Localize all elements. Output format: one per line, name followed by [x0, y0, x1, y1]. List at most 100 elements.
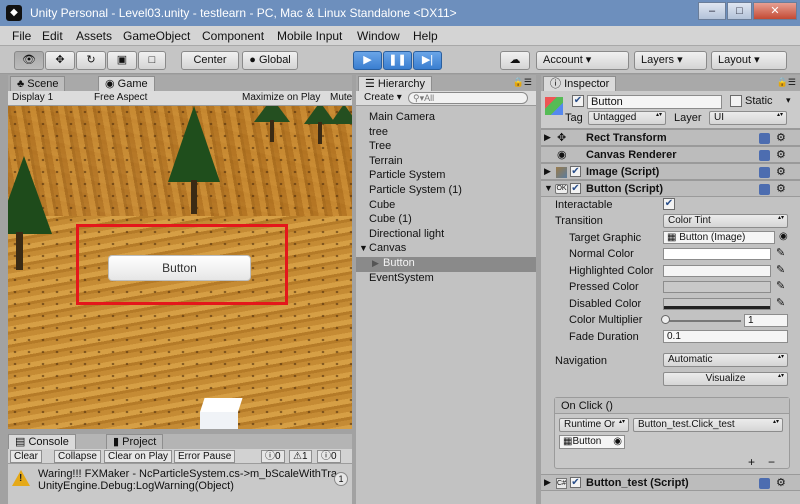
static-checkbox[interactable]: [730, 95, 742, 107]
pressed-color-swatch[interactable]: [663, 281, 771, 293]
remove-event-button[interactable]: −: [768, 455, 775, 469]
highlighted-color-swatch[interactable]: [663, 265, 771, 277]
tab-scene[interactable]: ♣ Scene: [10, 76, 66, 92]
interactable-checkbox[interactable]: ✔: [663, 198, 675, 210]
error-pause-button[interactable]: Error Pause: [174, 450, 236, 463]
hierarchy-item[interactable]: tree: [369, 126, 388, 138]
expand-arrow-icon[interactable]: ▶: [544, 477, 551, 488]
navigation-dropdown[interactable]: Automatic: [663, 353, 788, 367]
tag-dropdown[interactable]: Untagged: [588, 111, 666, 125]
maximize-button[interactable]: □: [727, 2, 752, 20]
help-book-icon[interactable]: [759, 150, 770, 161]
tab-inspector[interactable]: ⓘ Inspector: [543, 76, 617, 92]
add-event-button[interactable]: +: [748, 455, 755, 469]
eyedropper-icon[interactable]: ✎: [776, 246, 785, 259]
layers-dropdown[interactable]: Layers ▾: [634, 51, 707, 70]
menu-component[interactable]: Component: [202, 29, 264, 43]
hierarchy-item[interactable]: Directional light: [369, 228, 444, 240]
account-dropdown[interactable]: Account ▾: [536, 51, 629, 70]
menu-assets[interactable]: Assets: [76, 29, 112, 43]
active-checkbox[interactable]: ✔: [572, 95, 584, 107]
hierarchy-item[interactable]: Cube: [369, 199, 395, 211]
canvas-expand-icon[interactable]: ▼: [359, 243, 368, 253]
object-picker-icon[interactable]: ◉: [613, 436, 622, 447]
hierarchy-item[interactable]: Particle System: [369, 169, 445, 181]
clear-button[interactable]: Clear: [10, 450, 42, 463]
eyedropper-icon[interactable]: ✎: [776, 296, 785, 309]
hierarchy-item[interactable]: Cube (1): [369, 213, 412, 225]
transition-dropdown[interactable]: Color Tint: [663, 214, 788, 228]
expand-arrow-icon[interactable]: ▶: [544, 166, 551, 177]
on-click-target-field[interactable]: ▦Button ◉: [559, 435, 625, 449]
gear-icon[interactable]: ⚙: [776, 165, 786, 178]
menu-file[interactable]: File: [12, 29, 31, 43]
display-dropdown[interactable]: Display 1: [12, 92, 53, 103]
pivot-center-button[interactable]: Center: [181, 51, 239, 70]
menu-help[interactable]: Help: [413, 29, 438, 43]
layout-dropdown[interactable]: Layout ▾: [711, 51, 787, 70]
runtime-dropdown[interactable]: Runtime Or: [559, 418, 629, 432]
button-test-component[interactable]: ▶ C# ✔ Button_test (Script) ⚙: [541, 474, 800, 491]
rect-transform-component[interactable]: ▶ ✥ Rect Transform ⚙: [541, 129, 800, 146]
button-enabled-checkbox[interactable]: ✔: [570, 183, 581, 194]
gear-icon[interactable]: ⚙: [776, 131, 786, 144]
menu-gameobject[interactable]: GameObject: [123, 29, 190, 43]
inspector-menu-icon[interactable]: 🔒☰: [777, 77, 796, 88]
static-dropdown-icon[interactable]: ▾: [786, 95, 791, 106]
hierarchy-item[interactable]: Terrain: [369, 155, 403, 167]
help-book-icon[interactable]: [759, 167, 770, 178]
gear-icon[interactable]: ⚙: [776, 148, 786, 161]
cloud-button[interactable]: ☁: [500, 51, 530, 70]
pause-button[interactable]: ❚❚: [383, 51, 412, 70]
hierarchy-menu-icon[interactable]: 🔒☰: [513, 77, 532, 88]
error-count-toggle[interactable]: ⓘ0: [261, 450, 285, 463]
tab-hierarchy[interactable]: ☰ Hierarchy: [358, 76, 432, 92]
pivot-global-button[interactable]: ● Global: [242, 51, 298, 70]
normal-color-swatch[interactable]: [663, 248, 771, 260]
object-picker-icon[interactable]: ◉: [779, 231, 788, 242]
rect-tool-button[interactable]: □: [138, 51, 166, 70]
play-button[interactable]: ▶: [353, 51, 382, 70]
maximize-on-play-toggle[interactable]: Maximize on Play: [242, 92, 320, 103]
tab-console[interactable]: ▤ Console: [8, 434, 76, 450]
collapse-arrow-icon[interactable]: ▼: [544, 183, 553, 193]
minimize-button[interactable]: –: [698, 2, 726, 20]
hierarchy-item-canvas[interactable]: Canvas: [369, 242, 406, 254]
log-line-1[interactable]: Waring!!! FXMaker - NcParticleSystem.cs-…: [38, 468, 337, 480]
hierarchy-item[interactable]: Main Camera: [369, 111, 435, 123]
tab-game[interactable]: ◉ Game: [98, 76, 155, 92]
mute-toggle[interactable]: Mute: [330, 92, 352, 103]
button-test-enabled-checkbox[interactable]: ✔: [570, 477, 581, 488]
slider-handle[interactable]: [661, 315, 670, 324]
close-button[interactable]: ✕: [753, 2, 797, 20]
help-book-icon[interactable]: [759, 133, 770, 144]
canvas-renderer-component[interactable]: ◉ Canvas Renderer ⚙: [541, 146, 800, 163]
layer-dropdown[interactable]: UI: [709, 111, 787, 125]
hierarchy-item[interactable]: Particle System (1): [369, 184, 462, 196]
fade-duration-field[interactable]: 0.1: [663, 330, 788, 343]
image-component[interactable]: ▶ ✔ Image (Script) ⚙: [541, 163, 800, 180]
target-graphic-field[interactable]: ▦ Button (Image): [663, 231, 775, 244]
function-dropdown[interactable]: Button_test.Click_test: [633, 418, 783, 432]
menu-window[interactable]: Window: [357, 29, 400, 43]
tab-project[interactable]: ▮ Project: [106, 434, 164, 450]
step-button[interactable]: ▶|: [413, 51, 442, 70]
expand-arrow-icon[interactable]: ▶: [544, 132, 551, 143]
view-tool-button[interactable]: 👁: [14, 51, 44, 70]
scale-tool-button[interactable]: ▣: [107, 51, 137, 70]
gear-icon[interactable]: ⚙: [776, 182, 786, 195]
collapse-button[interactable]: Collapse: [54, 450, 101, 463]
disabled-color-swatch[interactable]: [663, 298, 771, 310]
image-enabled-checkbox[interactable]: ✔: [570, 166, 581, 177]
menu-mobile-input[interactable]: Mobile Input: [277, 29, 342, 43]
object-name-field[interactable]: Button: [587, 95, 722, 109]
menu-edit[interactable]: Edit: [42, 29, 63, 43]
help-book-icon[interactable]: [759, 478, 770, 489]
game-ui-button[interactable]: Button: [108, 255, 251, 281]
hierarchy-item[interactable]: Tree: [369, 140, 391, 152]
warning-count-toggle[interactable]: ⚠1: [289, 450, 312, 463]
button-expand-icon[interactable]: ▶: [372, 258, 379, 269]
help-book-icon[interactable]: [759, 184, 770, 195]
move-tool-button[interactable]: ✥: [45, 51, 75, 70]
log-line-2[interactable]: UnityEngine.Debug:LogWarning(Object): [38, 480, 234, 492]
